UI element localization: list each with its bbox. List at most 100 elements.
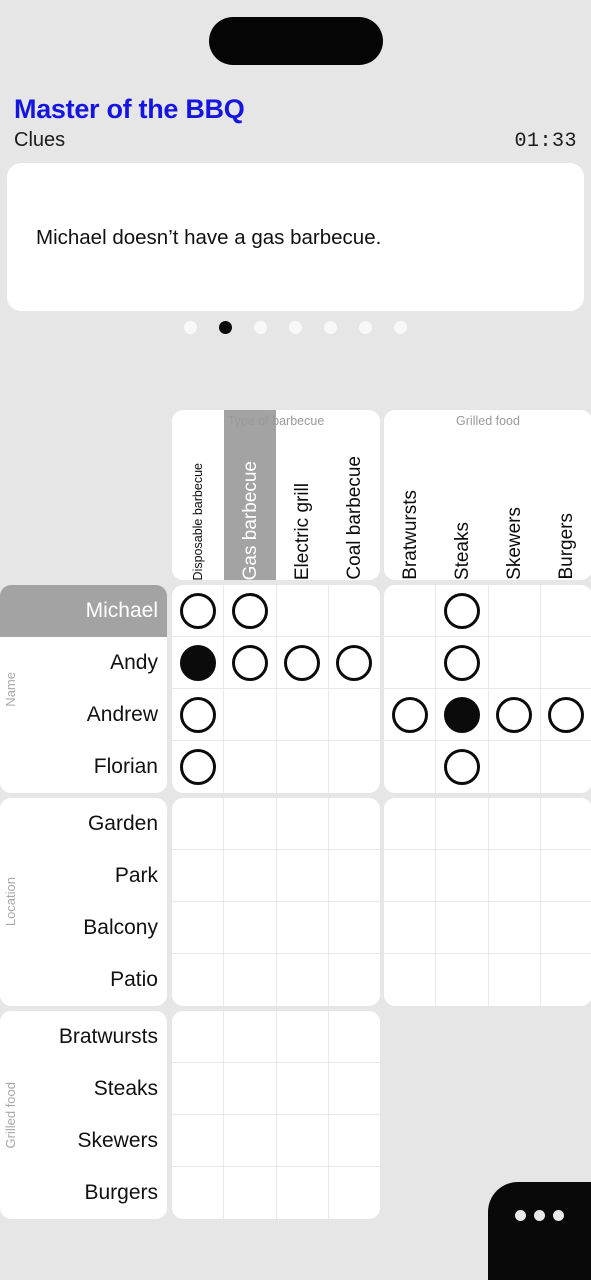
grid-cell[interactable] [276,637,329,689]
pagination-dot[interactable] [254,321,267,334]
grid-cell[interactable] [384,902,437,954]
column-header[interactable]: Steaks [436,410,488,580]
grid-cell[interactable] [329,741,380,793]
grid-cell[interactable] [436,689,489,741]
grid-cell[interactable] [328,585,380,637]
grid-cell[interactable] [384,798,437,850]
grid-cell[interactable] [329,954,380,1006]
pagination-dot[interactable] [219,321,232,334]
row-header[interactable]: Andy [0,637,167,689]
grid-cell[interactable] [540,585,591,637]
grid-cell[interactable] [172,1011,225,1063]
pagination-dot[interactable] [359,321,372,334]
grid-cell[interactable] [224,741,277,793]
grid-cell[interactable] [328,1063,380,1115]
row-header[interactable]: Steaks [0,1063,167,1115]
grid-cell[interactable] [488,637,541,689]
grid-cell[interactable] [488,689,541,741]
grid-cell[interactable] [224,850,277,902]
grid-cell[interactable] [224,1115,277,1167]
grid-cell[interactable] [436,585,489,637]
grid-cell[interactable] [436,637,489,689]
grid-cell[interactable] [276,902,329,954]
grid-cell[interactable] [329,1167,380,1219]
grid-cell[interactable] [488,902,541,954]
grid-cell[interactable] [172,850,225,902]
grid-cell[interactable] [540,637,591,689]
grid-cell[interactable] [489,741,541,793]
grid-cell[interactable] [328,689,380,741]
grid-cell[interactable] [276,585,329,637]
grid-cell[interactable] [224,1063,277,1115]
column-header[interactable]: Electric grill [276,410,328,580]
grid-cell[interactable] [276,689,329,741]
clue-pagination[interactable] [0,321,591,334]
grid-cell[interactable] [540,850,591,902]
grid-cell[interactable] [277,954,329,1006]
grid-cell[interactable] [224,798,277,850]
row-header[interactable]: Bratwursts [0,1011,167,1063]
grid-cell[interactable] [436,902,489,954]
pagination-dot[interactable] [394,321,407,334]
grid-cell[interactable] [276,798,329,850]
grid-cell[interactable] [172,741,225,793]
row-header[interactable]: Park [0,850,167,902]
row-header[interactable]: Balcony [0,902,167,954]
grid-cell[interactable] [488,798,541,850]
grid-cell[interactable] [172,1167,225,1219]
grid-cell[interactable] [384,954,437,1006]
row-header[interactable]: Florian [0,741,167,793]
grid-cell[interactable] [488,585,541,637]
grid-cell[interactable] [276,850,329,902]
more-options-button[interactable] [488,1182,591,1280]
grid-cell[interactable] [172,798,225,850]
grid-cell[interactable] [172,1115,225,1167]
row-header[interactable]: Andrew [0,689,167,741]
pagination-dot[interactable] [289,321,302,334]
grid-cell[interactable] [541,954,591,1006]
grid-cell[interactable] [540,798,591,850]
grid-cell[interactable] [277,741,329,793]
grid-cell[interactable] [172,1063,225,1115]
grid-cell[interactable] [436,850,489,902]
grid-cell[interactable] [328,1011,380,1063]
pagination-dot[interactable] [184,321,197,334]
grid-cell[interactable] [384,637,437,689]
grid-cell[interactable] [172,637,225,689]
grid-cell[interactable] [384,689,437,741]
grid-cell[interactable] [224,1011,277,1063]
grid-cell[interactable] [276,1063,329,1115]
grid-cell[interactable] [328,637,380,689]
grid-cell[interactable] [224,585,277,637]
grid-cell[interactable] [172,954,225,1006]
grid-cell[interactable] [436,741,489,793]
row-header[interactable]: Burgers [0,1167,167,1219]
grid-cell[interactable] [384,850,437,902]
clue-card[interactable]: Michael doesn’t have a gas barbecue. [7,163,584,311]
grid-cell[interactable] [224,637,277,689]
grid-cell[interactable] [277,1167,329,1219]
row-header[interactable]: Patio [0,954,167,1006]
grid-cell[interactable] [172,585,225,637]
grid-cell[interactable] [328,850,380,902]
grid-cell[interactable] [384,741,437,793]
grid-cell[interactable] [436,798,489,850]
column-header[interactable]: Disposable barbecue [172,410,224,580]
grid-cell[interactable] [328,798,380,850]
grid-cell[interactable] [172,689,225,741]
grid-cell[interactable] [224,689,277,741]
grid-cell[interactable] [540,689,591,741]
row-header[interactable]: Skewers [0,1115,167,1167]
grid-cell[interactable] [328,902,380,954]
grid-cell[interactable] [488,850,541,902]
grid-cell[interactable] [224,954,277,1006]
row-header[interactable]: Michael [0,585,167,637]
grid-cell[interactable] [540,902,591,954]
row-header[interactable]: Garden [0,798,167,850]
pagination-dot[interactable] [324,321,337,334]
column-header[interactable]: Burgers [540,410,591,580]
grid-cell[interactable] [489,954,541,1006]
grid-cell[interactable] [276,1115,329,1167]
grid-cell[interactable] [328,1115,380,1167]
grid-cell[interactable] [224,902,277,954]
